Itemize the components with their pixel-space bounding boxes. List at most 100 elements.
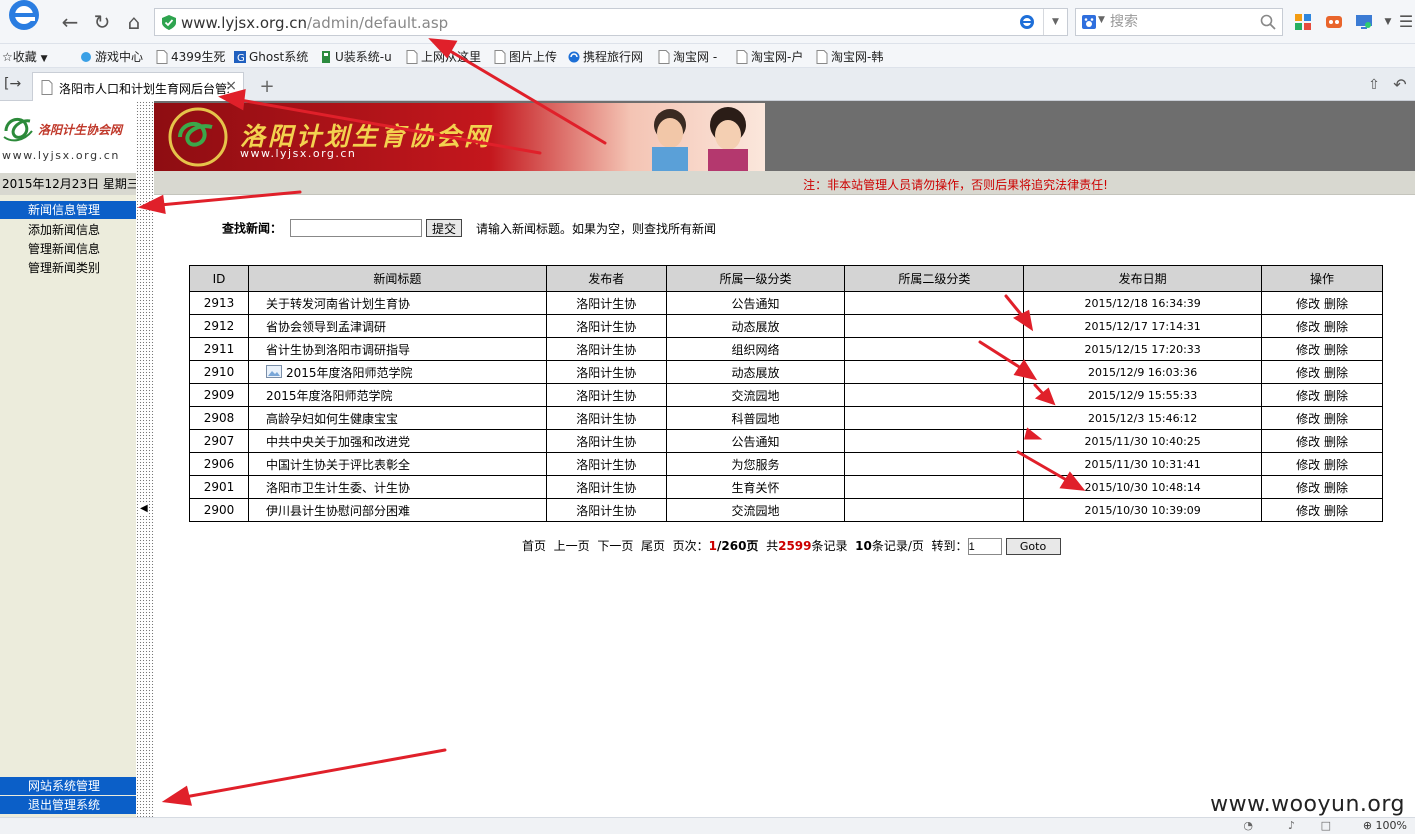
news-search-submit-button[interactable]: 提交 bbox=[426, 219, 463, 237]
undo-icon[interactable]: ↶ bbox=[1388, 72, 1412, 98]
news-title-link[interactable]: 伊川县计生协慰问部分困难 bbox=[266, 504, 410, 518]
apps-grid-icon[interactable] bbox=[1294, 13, 1312, 31]
site-logo[interactable]: 洛阳计生协会网 www.lyjsx.org.cn bbox=[0, 101, 136, 173]
column-header-id[interactable]: ID bbox=[189, 265, 249, 292]
edit-link[interactable]: 修改 bbox=[1296, 297, 1320, 311]
menu-system-management[interactable]: 网站系统管理 bbox=[0, 777, 136, 795]
edit-link[interactable]: 修改 bbox=[1296, 458, 1320, 472]
favorite-item[interactable]: G Ghost系统 bbox=[234, 48, 308, 65]
favorite-item[interactable]: 4399生死 bbox=[156, 48, 226, 65]
news-title-link[interactable]: 省计生协到洛阳市调研指导 bbox=[266, 343, 410, 357]
pager-last-link[interactable]: 尾页 bbox=[641, 539, 665, 553]
edit-link[interactable]: 修改 bbox=[1296, 366, 1320, 380]
pager-first-link[interactable]: 首页 bbox=[522, 539, 546, 553]
pager-next-link[interactable]: 下一页 bbox=[597, 539, 633, 553]
news-title-link[interactable]: 中国计生协关于评比表彰全 bbox=[266, 458, 410, 472]
edit-link[interactable]: 修改 bbox=[1296, 504, 1320, 518]
address-bar[interactable]: www.lyjsx.org.cn/admin/default.asp ▼ bbox=[154, 8, 1068, 36]
share-icon[interactable]: ⇧ bbox=[1362, 72, 1386, 98]
favorite-item[interactable]: 携程旅行网 bbox=[568, 48, 643, 65]
screen-capture-icon[interactable] bbox=[1355, 13, 1373, 31]
browser-search-input[interactable] bbox=[1110, 12, 1250, 32]
favorite-item[interactable]: U装系统-u bbox=[320, 48, 392, 65]
menu-logout[interactable]: 退出管理系统 bbox=[0, 796, 136, 814]
cell-title[interactable]: 省计生协到洛阳市调研指导 bbox=[247, 337, 547, 361]
news-title-link[interactable]: 2015年度洛阳师范学院 bbox=[266, 389, 393, 403]
restore-tab-icon[interactable]: [→ bbox=[4, 76, 21, 92]
delete-link[interactable]: 删除 bbox=[1324, 297, 1348, 311]
news-search-input[interactable] bbox=[290, 219, 423, 237]
edit-link[interactable]: 修改 bbox=[1296, 389, 1320, 403]
column-header-date[interactable]: 发布日期 bbox=[1023, 265, 1263, 292]
cell-title[interactable]: 洛阳市卫生计生委、计生协 bbox=[247, 475, 547, 499]
column-header-author[interactable]: 发布者 bbox=[545, 265, 667, 292]
favorite-item[interactable]: 图片上传 bbox=[494, 48, 557, 65]
cell-title[interactable]: 2015年度洛阳师范学院 bbox=[247, 383, 547, 407]
news-title-link[interactable]: 洛阳市卫生计生委、计生协 bbox=[266, 481, 410, 495]
favorite-item[interactable]: 淘宝网 - bbox=[658, 48, 717, 65]
cell-title[interactable]: 伊川县计生协慰问部分困难 bbox=[247, 498, 547, 522]
edit-link[interactable]: 修改 bbox=[1296, 320, 1320, 334]
home-icon[interactable]: ⌂ bbox=[122, 9, 146, 35]
cell-title[interactable]: 中国计生协关于评比表彰全 bbox=[247, 452, 547, 476]
menu-add-news[interactable]: 添加新闻信息 bbox=[28, 221, 100, 238]
menu-icon[interactable]: ☰ bbox=[1394, 9, 1415, 35]
address-url[interactable]: www.lyjsx.org.cn/admin/default.asp bbox=[181, 14, 448, 32]
cell-title[interactable]: 2015年度洛阳师范学院 bbox=[247, 360, 547, 384]
tab-admin[interactable]: 洛阳市人口和计划生育网后台管理 × bbox=[32, 72, 244, 102]
menu-manage-news[interactable]: 管理新闻信息 bbox=[28, 240, 100, 257]
news-title-link[interactable]: 高龄孕妇如何生健康宝宝 bbox=[266, 412, 398, 426]
news-title-link[interactable]: 关于转发河南省计划生育协 bbox=[266, 297, 410, 311]
delete-link[interactable]: 删除 bbox=[1324, 366, 1348, 380]
search-engine-icon[interactable] bbox=[1081, 14, 1097, 30]
news-title-link[interactable]: 省协会领导到孟津调研 bbox=[266, 320, 386, 334]
new-tab-button[interactable]: + bbox=[256, 77, 278, 97]
window-icon[interactable]: □ bbox=[1321, 819, 1331, 832]
column-header-category1[interactable]: 所属一级分类 bbox=[665, 265, 846, 292]
search-engine-dropdown-icon[interactable]: ▼ bbox=[1098, 15, 1105, 25]
ie-compat-icon[interactable] bbox=[1019, 14, 1035, 30]
pager-goto-button[interactable]: Goto bbox=[1005, 538, 1061, 555]
game-center-icon[interactable] bbox=[1325, 13, 1343, 31]
favorite-item[interactable]: 上网从这里 bbox=[406, 48, 481, 65]
delete-link[interactable]: 删除 bbox=[1324, 343, 1348, 357]
edit-link[interactable]: 修改 bbox=[1296, 412, 1320, 426]
browser-search-box[interactable]: ▼ bbox=[1075, 8, 1283, 36]
news-title-link[interactable]: 2015年度洛阳师范学院 bbox=[286, 366, 413, 380]
delete-link[interactable]: 删除 bbox=[1324, 435, 1348, 449]
delete-link[interactable]: 删除 bbox=[1324, 481, 1348, 495]
favorite-item[interactable]: 淘宝网-韩 bbox=[816, 48, 883, 65]
cell-title[interactable]: 省协会领导到孟津调研 bbox=[247, 314, 547, 338]
cell-title[interactable]: 高龄孕妇如何生健康宝宝 bbox=[247, 406, 547, 430]
delete-link[interactable]: 删除 bbox=[1324, 389, 1348, 403]
favorite-item[interactable]: 淘宝网-户 bbox=[736, 48, 803, 65]
edit-link[interactable]: 修改 bbox=[1296, 481, 1320, 495]
menu-manage-categories[interactable]: 管理新闻类别 bbox=[28, 259, 100, 276]
cell-title[interactable]: 关于转发河南省计划生育协 bbox=[247, 291, 547, 315]
search-icon[interactable] bbox=[1260, 14, 1276, 30]
frame-splitter[interactable]: ◀ bbox=[136, 101, 154, 817]
edit-link[interactable]: 修改 bbox=[1296, 343, 1320, 357]
menu-news-management[interactable]: 新闻信息管理 bbox=[0, 201, 136, 219]
close-icon[interactable]: × bbox=[225, 78, 237, 94]
news-title-link[interactable]: 中共中央关于加强和改进党 bbox=[266, 435, 410, 449]
sound-icon[interactable]: ♪ bbox=[1288, 819, 1295, 832]
collapse-arrow-icon[interactable]: ◀ bbox=[140, 503, 148, 514]
zoom-level[interactable]: ⊕ 100% bbox=[1363, 819, 1407, 832]
accelerator-icon[interactable]: ◔ bbox=[1243, 819, 1253, 832]
browser-logo-icon[interactable] bbox=[4, 0, 44, 36]
pager-goto-input[interactable] bbox=[967, 538, 1002, 555]
delete-link[interactable]: 删除 bbox=[1324, 458, 1348, 472]
favorite-item[interactable]: 游戏中心 bbox=[80, 48, 143, 65]
address-dropdown-icon[interactable]: ▼ bbox=[1043, 9, 1067, 35]
delete-link[interactable]: 删除 bbox=[1324, 320, 1348, 334]
refresh-icon[interactable]: ↻ bbox=[90, 9, 114, 35]
back-icon[interactable]: ← bbox=[58, 9, 82, 35]
column-header-title[interactable]: 新闻标题 bbox=[247, 265, 547, 292]
edit-link[interactable]: 修改 bbox=[1296, 435, 1320, 449]
delete-link[interactable]: 删除 bbox=[1324, 412, 1348, 426]
pager-prev-link[interactable]: 上一页 bbox=[554, 539, 590, 553]
cell-title[interactable]: 中共中央关于加强和改进党 bbox=[247, 429, 547, 453]
column-header-category2[interactable]: 所属二级分类 bbox=[844, 265, 1025, 292]
favorites-button[interactable]: ☆收藏 ▼ bbox=[2, 48, 48, 65]
